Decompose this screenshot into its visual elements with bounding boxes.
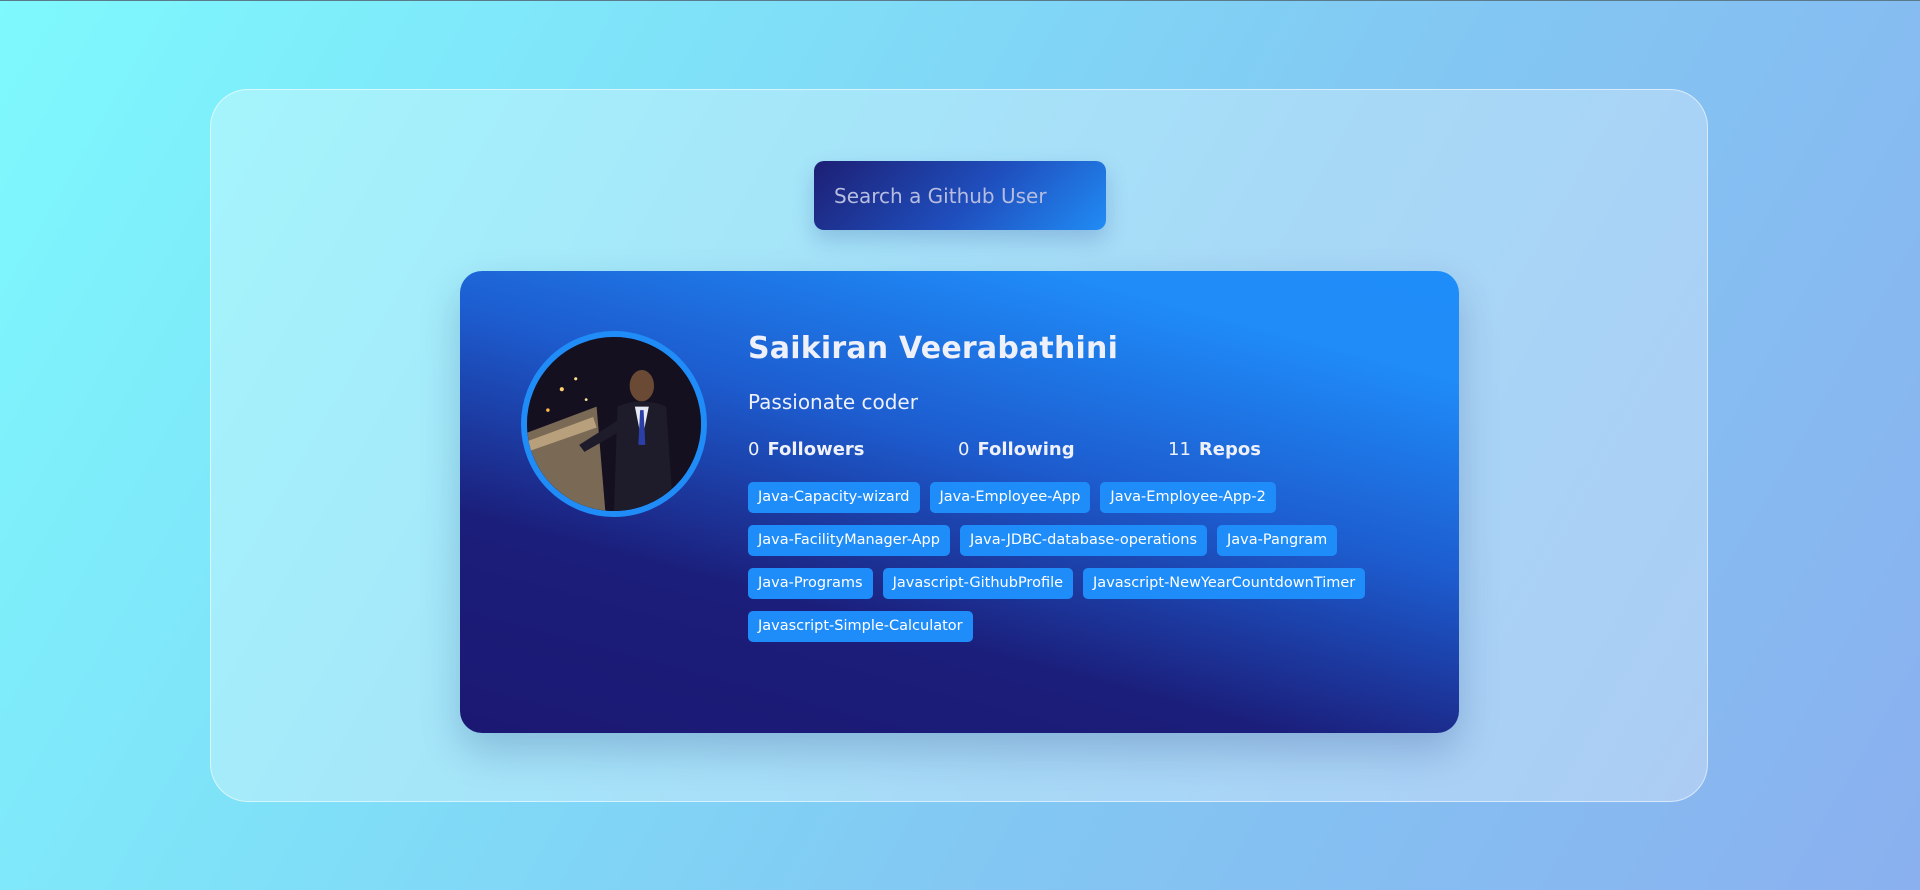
repo-link[interactable]: Javascript-NewYearCountdownTimer bbox=[1083, 568, 1366, 599]
stat-repos: 11 Repos bbox=[1168, 435, 1378, 465]
stat-count: 11 bbox=[1168, 439, 1191, 460]
repo-link[interactable]: Java-Employee-App-2 bbox=[1100, 482, 1276, 513]
repo-link[interactable]: Java-Programs bbox=[748, 568, 873, 599]
search-input[interactable] bbox=[814, 161, 1106, 230]
user-name: Saikiran Veerabathini bbox=[748, 331, 1119, 366]
avatar bbox=[521, 331, 707, 517]
window-top-border bbox=[0, 0, 1920, 1]
stat-label: Following bbox=[977, 439, 1075, 460]
user-bio: Passionate coder bbox=[748, 390, 918, 414]
repo-link[interactable]: Java-Employee-App bbox=[929, 482, 1091, 513]
stat-label: Repos bbox=[1198, 439, 1261, 460]
stat-followers: 0 Followers bbox=[748, 435, 958, 465]
repo-link[interactable]: Javascript-Simple-Calculator bbox=[748, 611, 973, 642]
stat-count: 0 bbox=[958, 439, 970, 460]
stat-label: Followers bbox=[767, 439, 865, 460]
profile-info: Saikiran Veerabathini Passionate coder 0… bbox=[748, 327, 1408, 654]
repo-link[interactable]: Javascript-GithubProfile bbox=[882, 568, 1074, 599]
profile-card: Saikiran Veerabathini Passionate coder 0… bbox=[460, 271, 1459, 733]
stat-following: 0 Following bbox=[958, 435, 1168, 465]
repo-link[interactable]: Java-FacilityManager-App bbox=[748, 525, 950, 556]
repo-link[interactable]: Java-JDBC-database-operations bbox=[959, 525, 1208, 556]
avatar-photo bbox=[527, 337, 701, 511]
stat-count: 0 bbox=[748, 439, 760, 460]
repo-list: Java-Capacity-wizard Java-Employee-App J… bbox=[748, 482, 1408, 654]
repo-link[interactable]: Java-Capacity-wizard bbox=[748, 482, 920, 513]
stats-list: 0 Followers 0 Following 11 Repos bbox=[748, 435, 1408, 465]
repo-link[interactable]: Java-Pangram bbox=[1217, 525, 1338, 556]
